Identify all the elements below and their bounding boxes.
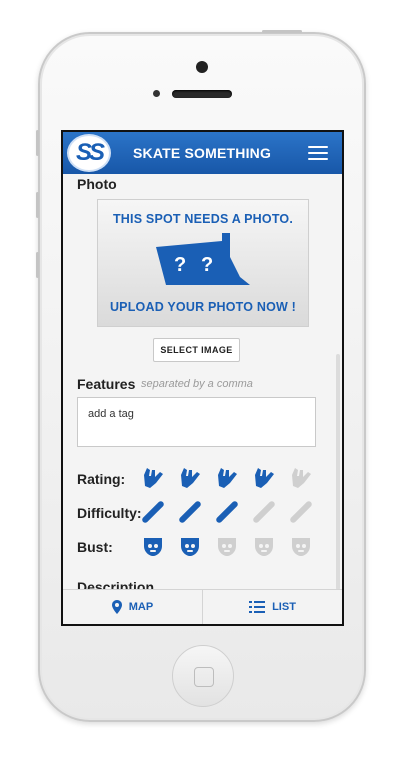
scrollbar[interactable]	[336, 354, 340, 590]
police-badge-icon[interactable]	[252, 534, 276, 558]
select-image-button[interactable]: SELECT IMAGE	[153, 338, 240, 362]
features-tag-input[interactable]: add a tag	[77, 397, 316, 447]
photo-label: Photo	[77, 176, 117, 192]
earpiece-speaker	[172, 90, 232, 98]
volume-up-button	[36, 192, 39, 218]
bottom-nav: MAP LIST	[63, 589, 342, 624]
photo-placeholder-line2: UPLOAD YOUR PHOTO NOW !	[109, 300, 297, 314]
app-screen: SS SKATE SOMETHING Photo THIS SPOT NEEDS…	[61, 130, 344, 626]
tab-list[interactable]: LIST	[202, 590, 342, 624]
shaka-icon[interactable]	[141, 466, 165, 490]
features-hint: separated by a comma	[141, 378, 253, 390]
power-button	[262, 30, 302, 33]
police-badge-icon[interactable]	[178, 534, 202, 558]
police-badge-icon[interactable]	[289, 534, 313, 558]
map-pin-icon	[111, 600, 122, 614]
police-badge-icon[interactable]	[141, 534, 165, 558]
police-badge-icon[interactable]	[215, 534, 239, 558]
app-logo[interactable]: SS	[67, 134, 111, 172]
shaka-icon[interactable]	[252, 466, 276, 490]
svg-text:?: ?	[201, 254, 213, 276]
tab-map-label: MAP	[128, 601, 154, 613]
rating-label: Rating:	[77, 471, 126, 487]
skateboard-icon[interactable]	[215, 500, 239, 524]
svg-text:?: ?	[174, 254, 186, 276]
photo-placeholder[interactable]: THIS SPOT NEEDS A PHOTO. ? ? UPLOAD YOUR…	[97, 199, 309, 327]
front-sensor	[196, 61, 208, 73]
difficulty-label: Difficulty:	[77, 505, 142, 521]
features-label: Features	[77, 376, 136, 392]
skateboard-icon[interactable]	[178, 500, 202, 524]
ramp-question-icon: ? ?	[156, 233, 250, 285]
volume-down-button	[36, 252, 39, 278]
bust-icons	[141, 534, 313, 558]
skateboard-icon[interactable]	[289, 500, 313, 524]
home-button[interactable]	[172, 645, 234, 707]
mute-switch	[36, 130, 39, 156]
app-header: SS SKATE SOMETHING	[63, 132, 342, 174]
list-icon	[249, 601, 266, 613]
tab-map[interactable]: MAP	[63, 590, 202, 624]
photo-placeholder-line1: THIS SPOT NEEDS A PHOTO.	[112, 212, 294, 226]
app-title: SKATE SOMETHING	[133, 145, 272, 161]
front-camera	[153, 90, 160, 97]
tab-list-label: LIST	[272, 601, 296, 613]
menu-icon[interactable]	[308, 146, 328, 160]
shaka-icon[interactable]	[215, 466, 239, 490]
difficulty-icons	[141, 500, 313, 524]
skateboard-icon[interactable]	[252, 500, 276, 524]
shaka-icon[interactable]	[289, 466, 313, 490]
shaka-icon[interactable]	[178, 466, 202, 490]
skateboard-icon[interactable]	[141, 500, 165, 524]
rating-icons	[141, 466, 313, 490]
bust-label: Bust:	[77, 539, 113, 555]
